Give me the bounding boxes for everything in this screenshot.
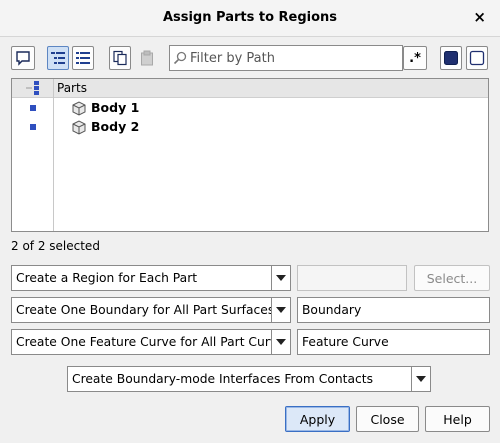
interface-mode-select[interactable]: Create Boundary-mode Interfaces From Con…	[67, 366, 431, 392]
clipboard-icon	[141, 50, 153, 66]
title-bar: Assign Parts to Regions ×	[0, 0, 500, 37]
speech-bubble-icon	[16, 51, 30, 66]
flat-list-button[interactable]	[72, 46, 94, 70]
comment-button[interactable]	[11, 46, 35, 70]
boundary-name-field[interactable]: Boundary	[297, 297, 490, 323]
chevron-down-icon[interactable]	[271, 266, 290, 290]
chevron-down-icon[interactable]	[271, 298, 290, 322]
part-icon	[72, 101, 86, 116]
feature-curve-name-field[interactable]: Feature Curve	[297, 329, 490, 355]
selected-marker[interactable]	[30, 124, 36, 130]
selection-column-icon	[26, 81, 39, 95]
feature-curve-mode-value: Create One Feature Curve for All Part Cu…	[16, 335, 271, 349]
selected-marker[interactable]	[30, 105, 36, 111]
apply-button[interactable]: Apply	[285, 406, 350, 432]
regex-label: .*	[409, 50, 421, 66]
boundary-mode-select[interactable]: Create One Boundary for All Part Surface…	[11, 297, 291, 323]
close-icon[interactable]: ×	[473, 8, 486, 26]
region-name-field	[297, 265, 407, 291]
paste-button[interactable]	[136, 46, 158, 70]
select-region-button: Select...	[414, 265, 490, 291]
filled-square-icon	[444, 51, 458, 65]
flat-list-icon	[76, 52, 90, 64]
select-none-button[interactable]	[466, 46, 488, 70]
filter-field[interactable]	[169, 45, 403, 71]
interface-mode-value: Create Boundary-mode Interfaces From Con…	[72, 372, 373, 386]
boundary-mode-value: Create One Boundary for All Part Surface…	[16, 303, 271, 317]
close-button[interactable]: Close	[356, 406, 419, 432]
copy-icon	[113, 50, 127, 66]
selection-status: 2 of 2 selected	[11, 239, 100, 253]
parts-column-header[interactable]: Parts	[57, 81, 87, 95]
part-icon	[72, 120, 86, 135]
tree-view-button[interactable]	[47, 46, 69, 70]
select-all-button[interactable]	[440, 46, 462, 70]
region-mode-value: Create a Region for Each Part	[16, 271, 198, 285]
search-icon	[173, 51, 187, 65]
dialog-title: Assign Parts to Regions	[162, 10, 338, 25]
copy-button[interactable]	[109, 46, 131, 70]
part-label: Body 2	[91, 119, 140, 134]
help-button[interactable]: Help	[425, 406, 490, 432]
tree-row[interactable]: Body 1	[12, 99, 488, 118]
filter-input[interactable]	[187, 50, 390, 66]
feature-curve-mode-select[interactable]: Create One Feature Curve for All Part Cu…	[11, 329, 291, 355]
region-mode-select[interactable]: Create a Region for Each Part	[11, 265, 291, 291]
tree-header: Parts	[12, 79, 488, 98]
regex-toggle-button[interactable]: .*	[403, 46, 427, 70]
part-label: Body 1	[91, 100, 140, 115]
parts-tree[interactable]: Parts Body 1 Body 2	[11, 78, 489, 232]
chevron-down-icon[interactable]	[271, 330, 290, 354]
empty-square-icon	[469, 50, 485, 66]
tree-list-icon	[51, 52, 65, 64]
tree-row[interactable]: Body 2	[12, 118, 488, 137]
chevron-down-icon[interactable]	[411, 367, 430, 391]
